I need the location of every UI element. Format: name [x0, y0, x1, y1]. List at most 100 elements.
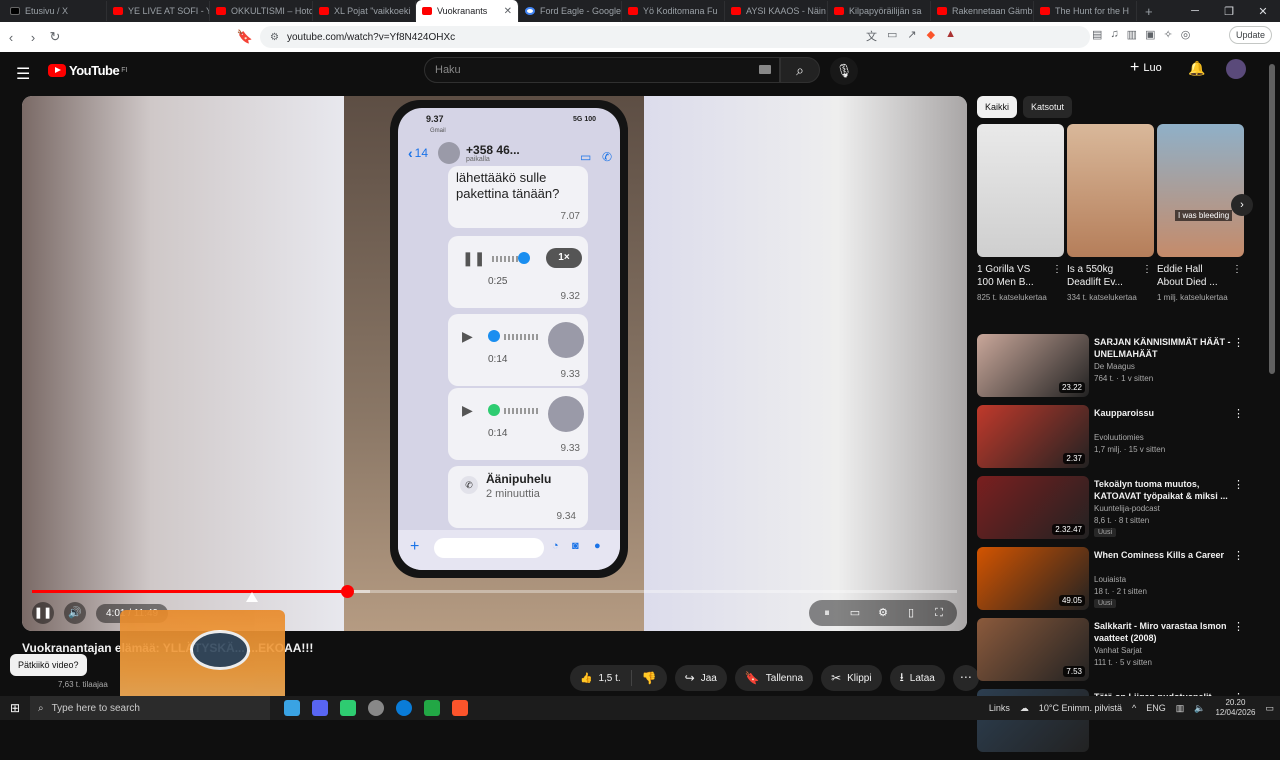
- tray-chevron-icon[interactable]: ^: [1132, 703, 1136, 713]
- url-field[interactable]: ⚙ youtube.com/watch?v=Yf8N424OHXc: [260, 26, 1090, 48]
- pause-button[interactable]: ❚❚: [32, 602, 54, 624]
- recommendation-item[interactable]: 2.37 Kaupparoissu Evoluutiomies 1,7 milj. ·…: [977, 405, 1260, 476]
- more-icon[interactable]: ⋮: [1233, 478, 1244, 491]
- recommendation-item[interactable]: 23.22 SARJAN KÄNNISIMMÄT HÄÄT - UNELMAHÄÄ…: [977, 334, 1260, 405]
- dislike-button[interactable]: 👎: [632, 671, 667, 685]
- windows-start-icon[interactable]: ⊞: [0, 701, 30, 715]
- site-info-icon[interactable]: ⚙: [270, 32, 279, 43]
- video-player[interactable]: 9.37 5G 100 Gmail ‹ 14 +358 46... paikal…: [22, 96, 967, 631]
- input-language[interactable]: ENG: [1146, 703, 1166, 713]
- short-item[interactable]: I was bleeding Eddie Hall About Died ...…: [1157, 124, 1244, 303]
- network-icon[interactable]: ▥: [1176, 703, 1185, 714]
- settings-gear-icon[interactable]: ⚙: [873, 603, 893, 623]
- more-icon[interactable]: ⋮: [1233, 336, 1244, 349]
- notifications-bell-icon[interactable]: 🔔: [1188, 60, 1205, 77]
- short-thumbnail[interactable]: [977, 124, 1064, 257]
- more-icon[interactable]: ⋮: [1233, 620, 1244, 633]
- reload-icon[interactable]: ↻: [44, 29, 66, 45]
- back-icon[interactable]: ‹: [0, 30, 22, 45]
- video-thumbnail[interactable]: 7.53: [977, 618, 1089, 681]
- progress-bar[interactable]: [32, 585, 957, 598]
- taskbar-search[interactable]: ⌕ Type here to search: [30, 696, 270, 720]
- recommendation-title[interactable]: Tekoälyn tuoma muutos, KATOAVAT työpaika…: [1094, 478, 1234, 502]
- search-input[interactable]: Haku: [424, 57, 780, 83]
- links-toolbar[interactable]: Links: [989, 703, 1010, 713]
- save-button[interactable]: 🔖 Tallenna: [734, 665, 814, 691]
- share-icon[interactable]: ↗: [907, 28, 916, 44]
- brave-shield-icon[interactable]: ◆: [927, 28, 935, 44]
- share-button[interactable]: ↪ Jaa: [674, 665, 727, 691]
- scrubber-handle[interactable]: [340, 585, 354, 598]
- reader-icon[interactable]: ▥: [1127, 28, 1137, 41]
- download-button[interactable]: ⭳ Lataa: [889, 665, 945, 691]
- weather-text[interactable]: 10°C Enimm. pilvistä: [1039, 703, 1122, 713]
- more-actions-button[interactable]: ⋯: [952, 665, 979, 691]
- video-thumbnail[interactable]: 49.05: [977, 547, 1089, 610]
- fullscreen-icon[interactable]: ⛶: [929, 603, 949, 623]
- create-button[interactable]: + Luo: [1130, 59, 1162, 77]
- like-button[interactable]: 👍 1,5 t.: [570, 670, 632, 686]
- bookmark-icon[interactable]: 🔖: [234, 29, 256, 45]
- media-icon[interactable]: ♫: [1110, 28, 1118, 41]
- extensions-icon[interactable]: ✧: [1163, 28, 1172, 41]
- chip-watched[interactable]: Katsotut: [1023, 96, 1073, 118]
- sidebar-icon[interactable]: ▤: [1092, 28, 1102, 41]
- voice-search-button[interactable]: 🎙: [830, 57, 858, 85]
- cast-icon[interactable]: ▭: [887, 28, 897, 44]
- channel-name[interactable]: Evoluutiomies: [1094, 433, 1144, 442]
- recommendation-title[interactable]: SARJAN KÄNNISIMMÄT HÄÄT - UNELMAHÄÄT: [1094, 336, 1234, 360]
- avatar[interactable]: [1226, 59, 1246, 79]
- channel-name[interactable]: Louiaista: [1094, 575, 1126, 584]
- more-icon[interactable]: ⋮: [1142, 263, 1152, 276]
- short-title[interactable]: Eddie Hall About Died ...: [1157, 264, 1218, 288]
- video-thumbnail[interactable]: 2.32.47: [977, 476, 1089, 539]
- close-window-icon[interactable]: ✕: [1246, 5, 1280, 18]
- channel-name[interactable]: De Maagus: [1094, 362, 1135, 371]
- stutter-tooltip[interactable]: Pätkiikö video?: [10, 654, 87, 676]
- edge-icon[interactable]: [396, 700, 412, 716]
- short-item[interactable]: Is a 550kg Deadlift Ev... ⋮ 334 t. katsel…: [1067, 124, 1154, 303]
- clip-button[interactable]: ✂ Klippi: [821, 665, 882, 691]
- clock[interactable]: 20.20 12/04/2026: [1215, 698, 1255, 718]
- tab-6[interactable]: Yö Koditomana Fu: [622, 1, 725, 21]
- short-item[interactable]: 1 Gorilla VS 100 Men B... ⋮ 825 t. katsel…: [977, 124, 1064, 303]
- update-button[interactable]: Update: [1228, 26, 1272, 44]
- vpn-icon[interactable]: ◎: [1181, 28, 1191, 41]
- short-thumbnail[interactable]: I was bleeding: [1157, 124, 1244, 257]
- notifications-icon[interactable]: ▭: [1265, 703, 1274, 714]
- minimize-icon[interactable]: ─: [1178, 5, 1212, 17]
- search-button[interactable]: ⌕: [780, 57, 820, 83]
- tab-10[interactable]: The Hunt for the H: [1034, 1, 1137, 21]
- tab-active[interactable]: Vuokranants ✕: [416, 0, 519, 22]
- chip-all[interactable]: Kaikki: [977, 96, 1018, 118]
- subtitles-icon[interactable]: ▭: [845, 603, 865, 623]
- recommendation-title[interactable]: Kaupparoissu: [1094, 407, 1234, 419]
- tab-5[interactable]: Ford Eagle - Google: [519, 1, 622, 21]
- more-icon[interactable]: ⋮: [1233, 549, 1244, 562]
- short-thumbnail[interactable]: [1067, 124, 1154, 257]
- brave-icon[interactable]: [452, 700, 468, 716]
- video-thumbnail[interactable]: 23.22: [977, 334, 1089, 397]
- more-icon[interactable]: ⋮: [1052, 263, 1062, 276]
- rewards-icon[interactable]: ▲: [945, 28, 956, 44]
- shorts-next-button[interactable]: ›: [1231, 194, 1253, 216]
- tab-7[interactable]: AYSI KAAOS - Näin: [725, 1, 828, 21]
- video-thumbnail[interactable]: 2.37: [977, 405, 1089, 468]
- recommendation-item[interactable]: 2.32.47 Tekoälyn tuoma muutos, KATOAVAT t…: [977, 476, 1260, 547]
- tab-1[interactable]: YE LIVE AT SOFI - Yo: [107, 1, 210, 21]
- menu-icon[interactable]: ☰: [16, 64, 30, 84]
- theater-mode-icon[interactable]: ▯: [901, 603, 921, 623]
- close-icon[interactable]: ✕: [504, 6, 512, 17]
- recommendation-item[interactable]: 7.53 Salkkarit - Miro varastaa Ismon vaat…: [977, 618, 1260, 689]
- scrollbar-thumb[interactable]: [1269, 64, 1275, 374]
- translate-icon[interactable]: 文: [866, 28, 877, 44]
- volume-button[interactable]: 🔊: [64, 602, 86, 624]
- discord-icon[interactable]: [312, 700, 328, 716]
- tab-9[interactable]: Rakennetaan Gämb: [931, 1, 1034, 21]
- tab-8[interactable]: Kilpapyöräilijän sa: [828, 1, 931, 21]
- page-scrollbar[interactable]: [1268, 56, 1276, 696]
- recommendation-item[interactable]: 49.05 When Cominess Kills a Career Louiais…: [977, 547, 1260, 618]
- new-tab-icon[interactable]: +: [1137, 4, 1161, 19]
- app-icon[interactable]: [340, 700, 356, 716]
- recommendation-title[interactable]: Salkkarit - Miro varastaa Ismon vaatteet…: [1094, 620, 1234, 644]
